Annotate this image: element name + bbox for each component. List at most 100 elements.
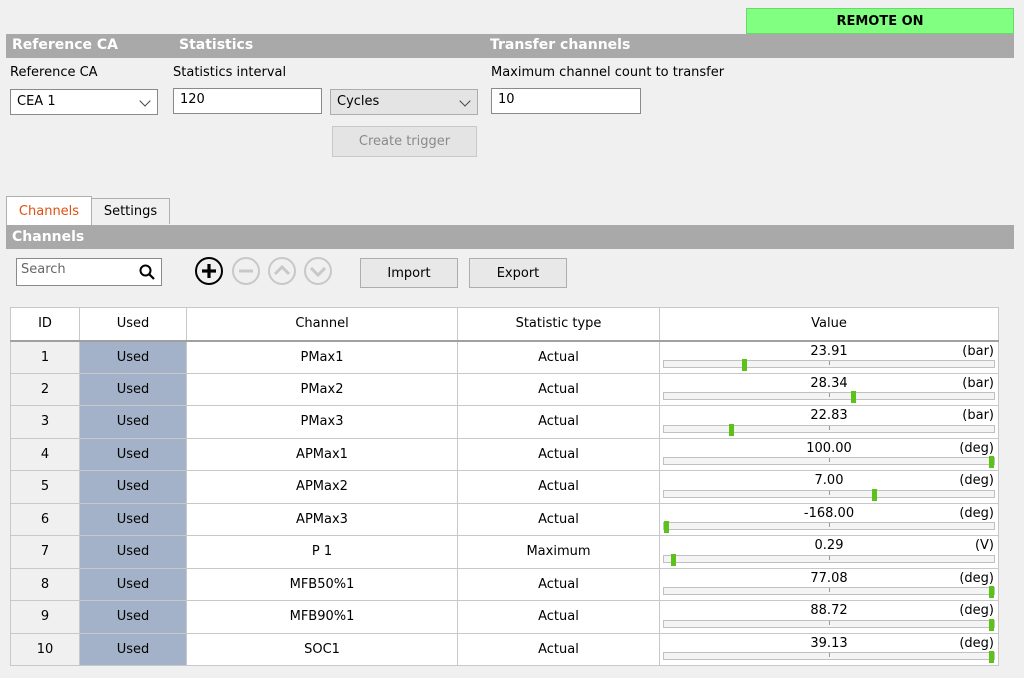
row-channel-name[interactable]: APMax3 — [186, 502, 458, 536]
value-level-marker — [989, 456, 994, 468]
row-statistic-type[interactable]: Actual — [457, 372, 660, 406]
column-header-used[interactable]: Used — [79, 307, 187, 342]
row-unit: (bar) — [962, 408, 994, 423]
table-row[interactable]: 6 Used APMax3 Actual -168.00 (deg) — [10, 502, 999, 536]
section-transfer-channels: Transfer channels — [490, 37, 631, 53]
value-level-bar — [663, 358, 995, 371]
row-channel-name[interactable]: PMax3 — [186, 405, 458, 439]
value-level-marker — [872, 488, 877, 501]
row-value: 0.29 — [814, 538, 844, 553]
row-channel-name[interactable]: P 1 — [186, 535, 458, 569]
row-channel-name[interactable]: MFB50%1 — [186, 567, 458, 601]
statistics-interval-label: Statistics interval — [173, 65, 287, 80]
row-statistic-type[interactable]: Actual — [457, 405, 660, 439]
column-header-statistic-type[interactable]: Statistic type — [457, 307, 660, 342]
row-id: 8 — [10, 567, 80, 601]
row-statistic-type[interactable]: Actual — [457, 632, 660, 666]
row-value-cell: -168.00 (deg) — [659, 502, 999, 536]
table-row[interactable]: 8 Used MFB50%1 Actual 77.08 (deg) — [10, 567, 999, 601]
column-header-value[interactable]: Value — [659, 307, 999, 342]
row-channel-name[interactable]: APMax1 — [186, 437, 458, 471]
table-row[interactable]: 3 Used PMax3 Actual 22.83 (bar) — [10, 405, 999, 439]
import-button[interactable]: Import — [360, 258, 458, 288]
row-value: 7.00 — [814, 473, 844, 488]
table-row[interactable]: 2 Used PMax2 Actual 28.34 (bar) — [10, 372, 999, 406]
row-used-cell[interactable]: Used — [79, 632, 187, 666]
row-id: 10 — [10, 632, 80, 666]
row-channel-name[interactable]: PMax2 — [186, 372, 458, 406]
row-used-cell[interactable]: Used — [79, 405, 187, 439]
row-unit: (deg) — [959, 440, 994, 456]
row-value-cell: 77.08 (deg) — [659, 567, 999, 601]
row-used-cell[interactable]: Used — [79, 470, 187, 504]
row-value-cell: 22.83 (bar) — [659, 405, 999, 439]
column-header-id[interactable]: ID — [10, 307, 80, 342]
row-used-cell[interactable]: Used — [79, 535, 187, 569]
row-value-cell: 0.29 (V) — [659, 535, 999, 569]
statistics-interval-input[interactable]: 120 — [173, 88, 322, 114]
tab-settings[interactable]: Settings — [91, 198, 170, 224]
row-statistic-type[interactable]: Actual — [457, 340, 660, 374]
table-row[interactable]: 4 Used APMax1 Actual 100.00 (deg) — [10, 437, 999, 471]
row-statistic-type[interactable]: Actual — [457, 502, 660, 536]
max-channel-count-input[interactable]: 10 — [491, 88, 641, 114]
interval-unit-value: Cycles — [337, 94, 380, 109]
row-unit: (deg) — [959, 570, 994, 586]
row-value-cell: 88.72 (deg) — [659, 600, 999, 634]
channels-table: ID Used Channel Statistic type Value 1 Us… — [10, 307, 999, 666]
remove-icon[interactable] — [231, 256, 261, 286]
search-input[interactable]: Search — [16, 258, 162, 286]
row-value: 88.72 — [810, 603, 848, 618]
row-channel-name[interactable]: SOC1 — [186, 632, 458, 666]
chevron-down-icon — [139, 95, 151, 107]
row-unit: (bar) — [962, 343, 994, 359]
row-statistic-type[interactable]: Actual — [457, 600, 660, 634]
row-channel-name[interactable]: APMax2 — [186, 470, 458, 504]
value-level-marker — [850, 391, 856, 403]
table-row[interactable]: 7 Used P 1 Maximum 0.29 (V) — [10, 535, 999, 569]
table-row[interactable]: 1 Used PMax1 Actual 23.91 (bar) — [10, 340, 999, 374]
value-level-bar — [663, 521, 995, 533]
row-statistic-type[interactable]: Maximum — [457, 535, 660, 569]
row-channel-name[interactable]: PMax1 — [186, 340, 458, 374]
row-used-cell[interactable]: Used — [79, 372, 187, 406]
add-icon[interactable] — [194, 256, 224, 286]
value-level-bar — [663, 391, 995, 403]
row-used-cell[interactable]: Used — [79, 600, 187, 634]
row-used-cell[interactable]: Used — [79, 502, 187, 536]
row-used-cell[interactable]: Used — [79, 340, 187, 374]
row-statistic-type[interactable]: Actual — [457, 567, 660, 601]
row-id: 7 — [10, 535, 80, 569]
row-id: 6 — [10, 502, 80, 536]
row-value-cell: 23.91 (bar) — [659, 340, 999, 374]
table-row[interactable]: 10 Used SOC1 Actual 39.13 (deg) — [10, 632, 999, 666]
create-trigger-button[interactable]: Create trigger — [332, 126, 477, 157]
level-bar-midpoint-tick — [829, 523, 830, 527]
export-button[interactable]: Export — [469, 258, 567, 288]
row-used-cell[interactable]: Used — [79, 567, 187, 601]
row-unit: (deg) — [959, 505, 994, 521]
value-level-marker — [989, 618, 994, 631]
row-value: 23.91 — [810, 343, 848, 359]
value-level-bar — [663, 618, 995, 631]
table-row[interactable]: 9 Used MFB90%1 Actual 88.72 (deg) — [10, 600, 999, 634]
table-row[interactable]: 5 Used APMax2 Actual 7.00 (deg) — [10, 470, 999, 504]
section-reference-ca: Reference CA — [12, 37, 119, 53]
row-statistic-type[interactable]: Actual — [457, 470, 660, 504]
reference-ca-select[interactable]: CEA 1 — [10, 89, 158, 115]
row-used-cell[interactable]: Used — [79, 437, 187, 471]
column-header-channel[interactable]: Channel — [186, 307, 458, 342]
level-bar-midpoint-tick — [829, 653, 830, 657]
tab-channels[interactable]: Channels — [6, 196, 92, 225]
value-level-marker — [989, 586, 994, 598]
move-down-icon[interactable] — [303, 256, 333, 286]
move-up-icon[interactable] — [267, 256, 297, 286]
row-unit: (V) — [974, 538, 994, 553]
top-section-header: Reference CA Statistics Transfer channel… — [6, 34, 1014, 58]
row-id: 4 — [10, 437, 80, 471]
row-channel-name[interactable]: MFB90%1 — [186, 600, 458, 634]
row-value: 100.00 — [806, 440, 852, 456]
interval-unit-select[interactable]: Cycles — [330, 89, 478, 115]
row-statistic-type[interactable]: Actual — [457, 437, 660, 471]
row-id: 1 — [10, 340, 80, 374]
